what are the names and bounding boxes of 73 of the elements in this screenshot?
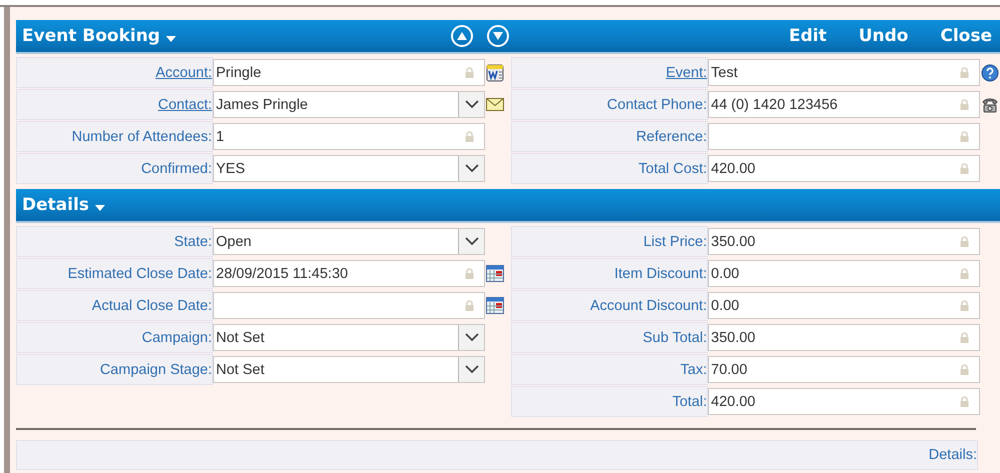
field-label: Tax: (680, 362, 707, 378)
lock-icon (960, 236, 969, 247)
form-title: Event Booking (22, 26, 160, 46)
lock-icon (960, 364, 969, 375)
field-link[interactable]: Account: (156, 64, 212, 80)
chevron-down-icon[interactable] (458, 325, 484, 350)
document-icon[interactable] (486, 64, 504, 82)
text-field[interactable]: 28/09/2015 11:45:30 (213, 260, 485, 287)
lock-icon (465, 300, 474, 311)
action-button[interactable]: Undo (858, 26, 908, 46)
field-label: Sub Total: (642, 330, 707, 346)
lock-icon (960, 396, 969, 407)
text-field[interactable] (708, 123, 980, 150)
lock-icon (960, 131, 969, 142)
dropdown-field[interactable]: Not Set (213, 324, 485, 351)
field-label: Campaign Stage: (100, 362, 212, 378)
chevron-down-icon[interactable] (458, 156, 484, 181)
chevron-down-icon[interactable] (458, 229, 484, 254)
chevron-down-icon[interactable] (458, 92, 484, 117)
field-link[interactable]: Event: (666, 64, 707, 80)
envelope-icon[interactable] (486, 98, 504, 111)
text-field[interactable]: Pringle (213, 59, 485, 86)
field-label: Item Discount: (614, 266, 707, 282)
dropdown-field[interactable]: YES (213, 155, 485, 182)
text-field[interactable]: Test (708, 59, 980, 86)
chevron-down-icon[interactable] (458, 357, 484, 382)
text-field[interactable]: 70.00 (708, 356, 980, 383)
text-field[interactable]: 420.00 (708, 155, 980, 182)
lock-icon (960, 332, 969, 343)
footer-label: Details: (16, 440, 978, 470)
field-label: Total: (672, 394, 707, 410)
down-icon[interactable] (486, 25, 509, 47)
field-label: Number of Attendees: (72, 128, 212, 144)
action-button[interactable]: Close (940, 26, 992, 46)
up-icon[interactable] (450, 25, 473, 47)
phone-icon[interactable] (981, 96, 999, 112)
field-label: Estimated Close Date: (68, 266, 212, 282)
lock-icon (465, 131, 474, 142)
field-label: Reference: (636, 128, 707, 144)
calendar-icon[interactable] (486, 265, 504, 282)
lock-icon (960, 67, 969, 78)
lock-icon (465, 268, 474, 279)
action-button[interactable]: Edit (788, 26, 827, 46)
text-field[interactable]: 0.00 (708, 292, 980, 319)
lock-icon (960, 300, 969, 311)
dropdown-field[interactable]: Not Set (213, 356, 485, 383)
lock-icon (465, 67, 474, 78)
text-field[interactable]: 44 (0) 1420 123456 (708, 91, 980, 118)
field-label: Confirmed: (141, 160, 212, 176)
help-icon[interactable] (981, 64, 999, 82)
text-field[interactable]: 350.00 (708, 228, 980, 255)
lock-icon (960, 163, 969, 174)
text-field[interactable]: 1 (213, 123, 485, 150)
field-link[interactable]: Contact: (158, 96, 212, 112)
dropdown-field[interactable]: Open (213, 228, 485, 255)
text-field[interactable]: 0.00 (708, 260, 980, 287)
field-label: List Price: (643, 234, 707, 250)
field-label: Campaign: (142, 330, 212, 346)
caret-icon[interactable] (166, 36, 176, 42)
calendar-icon[interactable] (486, 297, 504, 314)
field-label: Account Discount: (590, 298, 707, 314)
field-label: Total Cost: (638, 160, 707, 176)
text-field[interactable] (213, 292, 485, 319)
lock-icon (960, 268, 969, 279)
field-label: Actual Close Date: (92, 298, 212, 314)
field-label: State: (174, 234, 212, 250)
field-label: Contact Phone: (607, 96, 707, 112)
caret-icon[interactable] (95, 205, 106, 211)
lock-icon (960, 99, 969, 110)
dropdown-field[interactable]: James Pringle (213, 91, 485, 118)
section-title: Details (22, 195, 90, 215)
text-field[interactable]: 350.00 (708, 324, 980, 351)
text-field[interactable]: 420.00 (708, 388, 980, 415)
